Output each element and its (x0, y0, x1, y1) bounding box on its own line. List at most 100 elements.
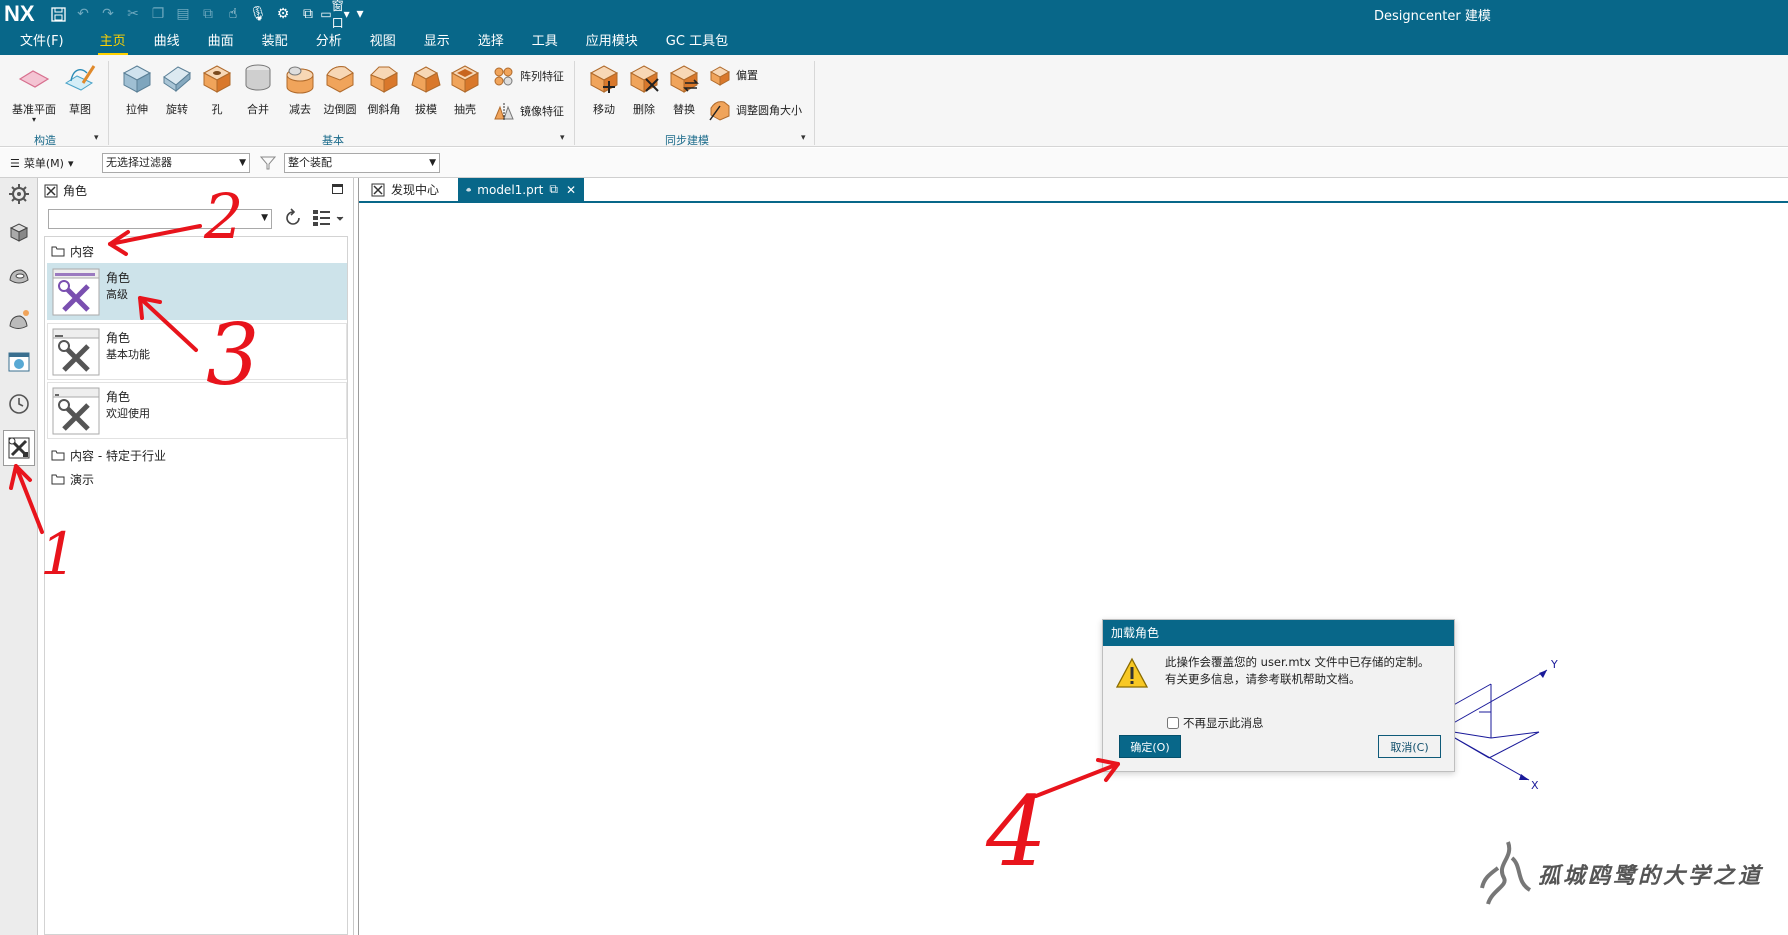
mirror-feature-label: 镜像特征 (520, 105, 564, 118)
folder-demo-label: 演示 (70, 473, 95, 487)
roles-tab[interactable] (3, 430, 35, 466)
unite-button[interactable]: 合并 (236, 59, 280, 117)
move-face-button[interactable]: 移动 (582, 59, 626, 117)
main-menu-button[interactable]: ☰ 菜单(M) ▾ (10, 155, 73, 171)
switch-window-icon[interactable]: ⧉ (300, 6, 316, 22)
ok-button[interactable]: 确定(O) (1119, 735, 1181, 758)
assembly-navigator-icon[interactable] (7, 220, 31, 244)
web-browser-icon[interactable] (7, 350, 31, 374)
microphone-icon[interactable]: 🎙 (249, 6, 267, 22)
offset-region-button[interactable]: 偏置 (708, 63, 758, 87)
folder-industry-label: 内容 - 特定于行业 (70, 449, 166, 463)
selection-bar: ☰ 菜单(M) ▾ 无选择过滤器 ▼ 整个装配 ▼ (0, 148, 1788, 178)
tab-gc-toolkit[interactable]: GC 工具包 (652, 28, 742, 55)
edge-blend-icon (326, 66, 354, 93)
chamfer-button[interactable]: 倒斜角 (362, 59, 406, 117)
gear-icon[interactable] (7, 182, 31, 206)
dialog-message-line-2: 有关更多信息，请参考联机帮助文档。 (1165, 672, 1361, 686)
dont-show-again-input[interactable] (1167, 717, 1179, 729)
delete-face-icon (629, 65, 659, 93)
graphics-window[interactable]: 发现中心 model1.prt ⧉ ✕ Y X (358, 178, 1788, 935)
tab-analysis[interactable]: 分析 (302, 28, 356, 55)
basic-group-expand-icon[interactable]: ▾ (560, 133, 565, 143)
replace-face-button[interactable]: 替换 (662, 59, 706, 117)
folder-demo[interactable]: 演示 (51, 471, 94, 488)
tab-tools[interactable]: 工具 (518, 28, 572, 55)
tab-display[interactable]: 显示 (410, 28, 464, 55)
delete-face-button[interactable]: 删除 (622, 59, 666, 117)
unite-label: 合并 (247, 103, 269, 116)
replace-face-label: 替换 (673, 103, 695, 116)
construct-group-expand-icon[interactable]: ▾ (94, 133, 99, 143)
shell-button[interactable]: 抽壳 (443, 59, 487, 117)
copy-icon[interactable]: ❐ (150, 6, 166, 22)
annotation-number-4: 4 (986, 776, 1048, 888)
refresh-icon[interactable] (282, 207, 304, 229)
repeat-command-icon[interactable]: ⧉ (200, 6, 216, 22)
main-menu-label: 菜单(M) (23, 157, 64, 170)
load-role-dialog: 加载角色 此操作会覆盖您的 user.mtx 文件中已存储的定制。 有关更多信息… (1102, 619, 1455, 772)
hole-button[interactable]: 孔 (195, 59, 239, 117)
cancel-button[interactable]: 取消(C) (1378, 735, 1441, 758)
pattern-feature-button[interactable]: 阵列特征 (492, 64, 564, 88)
dialog-message-line-1: 此操作会覆盖您的 user.mtx 文件中已存储的定制。 (1165, 655, 1430, 669)
ribbon: 基准平面 ▾ 草图 构造 ▾ 拉伸 旋转 孔 合并 减去 边倒圆 倒斜角 拔模 (0, 55, 1788, 147)
reuse-library-icon[interactable] (7, 308, 31, 332)
window-icon: ▭ (320, 7, 332, 21)
datum-plane-icon (18, 70, 50, 88)
datum-plane-button[interactable]: 基准平面 ▾ (12, 59, 56, 124)
history-clock-icon[interactable] (7, 392, 31, 416)
roles-panel-icon (44, 184, 58, 197)
type-filter-select[interactable]: 无选择过滤器 ▼ (102, 153, 250, 173)
draft-icon (411, 66, 441, 93)
filter-funnel-icon[interactable] (260, 155, 276, 171)
undo-icon[interactable]: ↶ (75, 6, 91, 22)
hole-label: 孔 (211, 103, 223, 116)
unite-icon (245, 64, 271, 91)
revolve-button[interactable]: 旋转 (155, 59, 199, 117)
tab-home[interactable]: 主页 (86, 28, 140, 55)
toolbar-options-icon[interactable]: ▾ (352, 6, 368, 22)
cut-icon[interactable]: ✂ (125, 6, 141, 22)
role-item-advanced[interactable]: 角色 高级 (47, 263, 347, 320)
roles-panel-header: 角色 (44, 182, 87, 199)
folder-industry-specific[interactable]: 内容 - 特定于行业 (51, 447, 166, 464)
chevron-down-icon: ▾ (67, 156, 74, 170)
touch-mode-icon[interactable]: ☝ (225, 6, 241, 22)
dialog-message: 此操作会覆盖您的 user.mtx 文件中已存储的定制。 有关更多信息，请参考联… (1165, 654, 1430, 688)
mirror-feature-button[interactable]: 镜像特征 (492, 99, 564, 123)
watermark: 孤城鸥鹭的大学之道 (1478, 838, 1778, 910)
part-navigator-icon[interactable] (7, 264, 31, 288)
role-name: 角色 (106, 271, 131, 285)
tab-select[interactable]: 选择 (464, 28, 518, 55)
role-item-essentials[interactable]: 角色 基本功能 (47, 323, 347, 380)
selection-scope-select[interactable]: 整个装配 ▼ (284, 153, 440, 173)
sync-group-expand-icon[interactable]: ▾ (801, 133, 806, 143)
tab-assembly[interactable]: 装配 (248, 28, 302, 55)
extrude-label: 拉伸 (126, 103, 148, 116)
list-view-icon[interactable] (312, 208, 346, 228)
folder-content[interactable]: 内容 (51, 243, 94, 260)
role-item-welcome[interactable]: 角色 欢迎使用 (47, 382, 347, 439)
edge-blend-button[interactable]: 边倒圆 (318, 59, 362, 117)
resize-blend-button[interactable]: 调整圆角大小 (708, 98, 802, 122)
tab-file[interactable]: 文件(F) (0, 28, 86, 55)
subtract-button[interactable]: 减去 (278, 59, 322, 117)
role-tools-icon (52, 268, 100, 316)
save-icon[interactable] (50, 6, 66, 22)
tab-applications[interactable]: 应用模块 (572, 28, 652, 55)
tab-surface[interactable]: 曲面 (194, 28, 248, 55)
chevron-down-icon: ▼ (239, 158, 246, 168)
dont-show-again-checkbox[interactable]: 不再显示此消息 (1167, 715, 1264, 731)
redo-icon[interactable]: ↷ (100, 6, 116, 22)
sketch-button[interactable]: 草图 (58, 59, 102, 117)
window-menu[interactable]: ▭ 窗口 ▾ (320, 0, 349, 30)
paste-icon[interactable]: ▤ (175, 6, 191, 22)
customize-icon[interactable]: ⚙ (275, 6, 291, 22)
tab-view[interactable]: 视图 (356, 28, 410, 55)
maximize-panel-icon[interactable] (332, 184, 343, 194)
construct-group-label: 构造 (34, 134, 56, 147)
tab-curve[interactable]: 曲线 (140, 28, 194, 55)
draft-button[interactable]: 拔模 (404, 59, 448, 117)
extrude-button[interactable]: 拉伸 (115, 59, 159, 117)
